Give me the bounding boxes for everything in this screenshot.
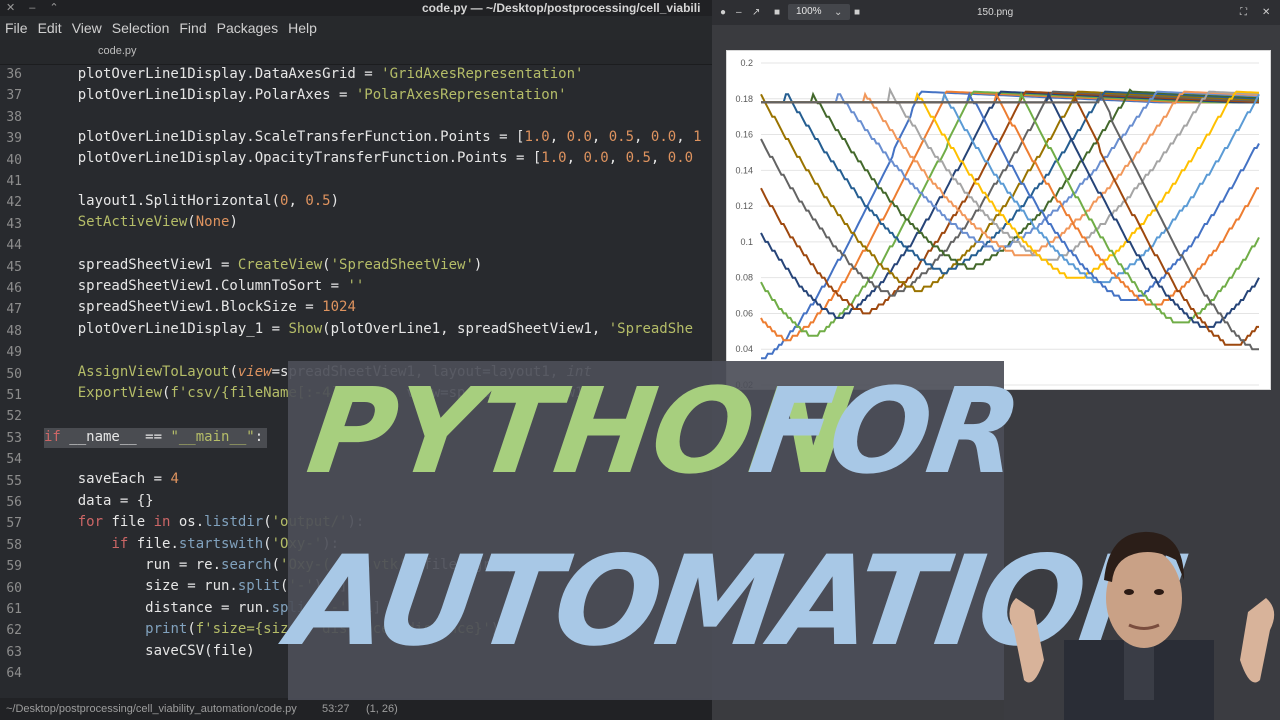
y-tick-label: 0.16 [735, 130, 753, 140]
chart-svg: 0.20.180.160.140.120.10.080.060.040.02 [735, 58, 1260, 389]
y-tick-label: 0.2 [740, 58, 753, 68]
y-tick-label: 0.12 [735, 201, 753, 211]
code-line: plotOverLine1Display.PolarAxes = 'PolarA… [44, 87, 567, 103]
line-number: 60 [6, 580, 22, 596]
line-number: 41 [6, 174, 22, 189]
series-line [761, 90, 1260, 257]
fit-icon[interactable]: ■ [774, 0, 780, 25]
line-number: 40 [6, 152, 22, 168]
tab-bar: code.py [0, 40, 712, 65]
y-tick-label: 0.06 [735, 308, 753, 318]
y-tick-label: 0.18 [735, 94, 753, 104]
series-line [761, 91, 1259, 351]
close-icon[interactable]: ✕ [6, 0, 15, 16]
line-chart: 0.20.180.160.140.120.10.080.060.040.02 [726, 50, 1271, 390]
line-number: 37 [6, 88, 22, 104]
tab-code-py[interactable]: code.py [98, 45, 137, 57]
line-number: 46 [6, 281, 22, 296]
minimize-icon[interactable]: – [29, 0, 35, 16]
line-number: 39 [6, 131, 22, 147]
editor-titlebar: ✕ – ⌃ code.py — ~/Desktop/postprocessing… [0, 0, 712, 16]
fullscreen-icon[interactable]: ⛶ [1240, 0, 1247, 25]
code-line: plotOverLine1Display.ScaleTransferFuncti… [44, 129, 702, 145]
line-number: 50 [6, 366, 22, 382]
series-line [761, 86, 1260, 261]
line-number: 48 [6, 323, 22, 339]
code-line: SetActiveView(None) [77, 214, 238, 230]
line-number: 43 [6, 216, 22, 232]
line-number: 58 [6, 537, 22, 553]
y-tick-label: 0.08 [735, 273, 753, 283]
window-title: code.py — ~/Desktop/postprocessing/cell_… [422, 1, 701, 15]
line-number: 36 [6, 67, 22, 82]
presenter-photo [1009, 531, 1275, 720]
code-line: spreadSheetView1.BlockSize = 1024 [44, 299, 356, 315]
line-number: 55 [6, 473, 22, 489]
viewer-filename: 150.png [977, 7, 1014, 18]
line-number: 52 [6, 409, 22, 425]
code-line: plotOverLine1Display_1 = Show(plotOverLi… [44, 321, 694, 337]
series-line [761, 96, 1259, 346]
menu-file[interactable]: File [0, 16, 33, 40]
line-number: 47 [6, 302, 22, 318]
menu-edit[interactable]: Edit [33, 16, 67, 40]
y-tick-label: 0.1 [740, 237, 753, 247]
menu-view[interactable]: View [67, 16, 107, 40]
line-number: 59 [6, 559, 22, 575]
code-line: if __name__ == "__main__": [44, 429, 264, 445]
menu-bar: File Edit View Selection Find Packages H… [0, 16, 712, 40]
menu-packages[interactable]: Packages [212, 16, 283, 40]
code-line: saveEach = 4 [44, 471, 179, 487]
menu-help[interactable]: Help [283, 16, 322, 40]
code-line: layout1.SplitHorizontal(0, 0.5) [44, 193, 340, 209]
minimize-icon[interactable]: – [736, 0, 742, 25]
banner-word-for: FOR [742, 362, 1028, 500]
line-number: 57 [6, 516, 22, 532]
line-number: 49 [6, 345, 22, 361]
status-file-path[interactable]: ~/Desktop/postprocessing/cell_viability_… [6, 698, 297, 720]
line-number: 61 [6, 602, 22, 617]
line-number: 64 [6, 666, 22, 682]
y-tick-label: 0.14 [735, 165, 753, 175]
maximize-icon[interactable]: ⌃ [49, 0, 58, 16]
line-number: 53 [6, 430, 22, 446]
code-line: spreadSheetView1 = CreateView('SpreadShe… [44, 257, 483, 273]
chevron-down-icon[interactable]: ⌄ [834, 0, 842, 25]
view-mode-icon[interactable]: ■ [854, 0, 860, 25]
close-icon[interactable]: ✕ [1262, 0, 1270, 25]
menu-find[interactable]: Find [174, 16, 211, 40]
code-line: saveCSV(file) [44, 643, 255, 659]
status-cursor-position[interactable]: 53:27 [322, 698, 350, 720]
code-line: data = {} [44, 493, 154, 509]
line-number: 44 [6, 238, 22, 254]
line-number: 38 [6, 109, 22, 125]
viewer-toolbar: ● – ↗ ■ 100% ⌄ ■ 150.png ⛶ ✕ [712, 0, 1280, 25]
restore-icon[interactable]: ↗ [752, 0, 760, 25]
line-number: 62 [6, 623, 22, 639]
close-icon[interactable]: ● [720, 0, 726, 25]
status-selection-count: (1, 26) [366, 703, 398, 715]
code-line: spreadSheetView1.ColumnToSort = '' [44, 278, 365, 294]
line-number: 56 [6, 495, 22, 510]
code-line: plotOverLine1Display.OpacityTransferFunc… [44, 150, 694, 166]
y-tick-label: 0.04 [735, 344, 753, 354]
status-bar: ~/Desktop/postprocessing/cell_viability_… [0, 698, 712, 720]
line-number: 63 [6, 644, 22, 660]
line-number: 42 [6, 195, 22, 211]
line-number: 45 [6, 259, 22, 275]
line-number: 54 [6, 452, 22, 468]
line-number: 51 [6, 388, 22, 403]
menu-selection[interactable]: Selection [107, 16, 175, 40]
code-line: plotOverLine1Display.DataAxesGrid = 'Gri… [44, 66, 584, 82]
